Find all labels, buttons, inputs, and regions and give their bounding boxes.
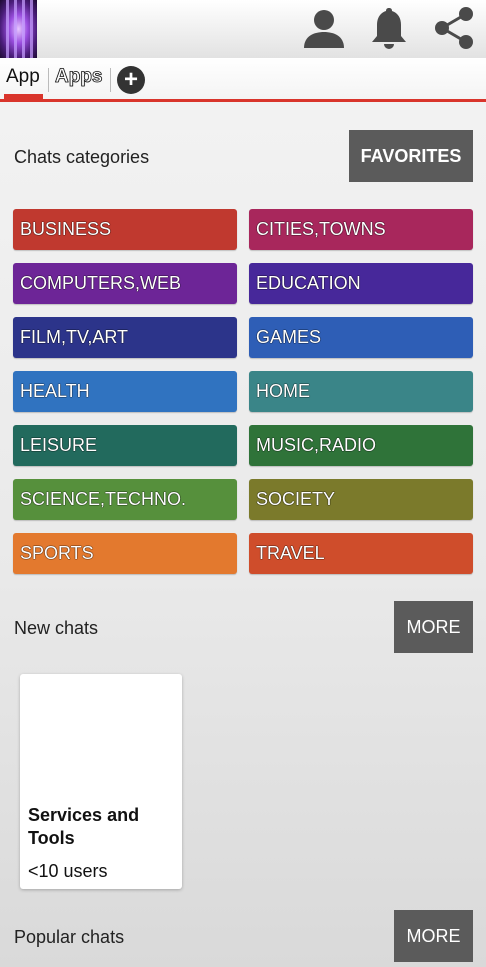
tab-divider [48,68,49,92]
bell-icon[interactable] [365,4,413,52]
popular-chats-more-button[interactable]: MORE [394,910,473,962]
app-logo[interactable] [0,0,37,58]
tab-apps[interactable]: Apps [55,66,103,88]
chat-card-users: <10 users [28,861,108,881]
add-tab-icon[interactable]: + [117,66,145,94]
category-leisure[interactable]: LEISURE [13,425,237,466]
favorites-button[interactable]: FAVORITES [349,130,473,182]
categories-heading: Chats categories [14,147,150,167]
chat-card-title: Services and Tools [28,805,140,848]
category-business[interactable]: BUSINESS [13,209,237,250]
category-film-tv-art[interactable]: FILM,TV,ART [13,317,237,358]
category-home[interactable]: HOME [249,371,473,412]
popular-chats-heading: Popular chats [14,927,125,947]
category-science-techno[interactable]: SCIENCE,TECHNO. [13,479,237,520]
user-icon[interactable] [300,4,348,52]
new-chats-more-button[interactable]: MORE [394,601,473,653]
category-society[interactable]: SOCIETY [249,479,473,520]
category-computers-web[interactable]: COMPUTERS,WEB [13,263,237,304]
tab-bar: App Apps + [0,58,486,102]
tab-app[interactable]: App [6,66,40,88]
app-header [0,0,486,58]
tab-divider [110,68,111,92]
category-travel[interactable]: TRAVEL [249,533,473,574]
category-cities-towns[interactable]: CITIES,TOWNS [249,209,473,250]
category-education[interactable]: EDUCATION [249,263,473,304]
category-sports[interactable]: SPORTS [13,533,237,574]
active-tab-indicator [4,94,43,99]
new-chats-heading: New chats [14,618,99,638]
share-icon[interactable] [430,4,478,52]
category-health[interactable]: HEALTH [13,371,237,412]
category-music-radio[interactable]: MUSIC,RADIO [249,425,473,466]
chat-card[interactable]: Services and Tools <10 users [20,674,182,889]
category-games[interactable]: GAMES [249,317,473,358]
